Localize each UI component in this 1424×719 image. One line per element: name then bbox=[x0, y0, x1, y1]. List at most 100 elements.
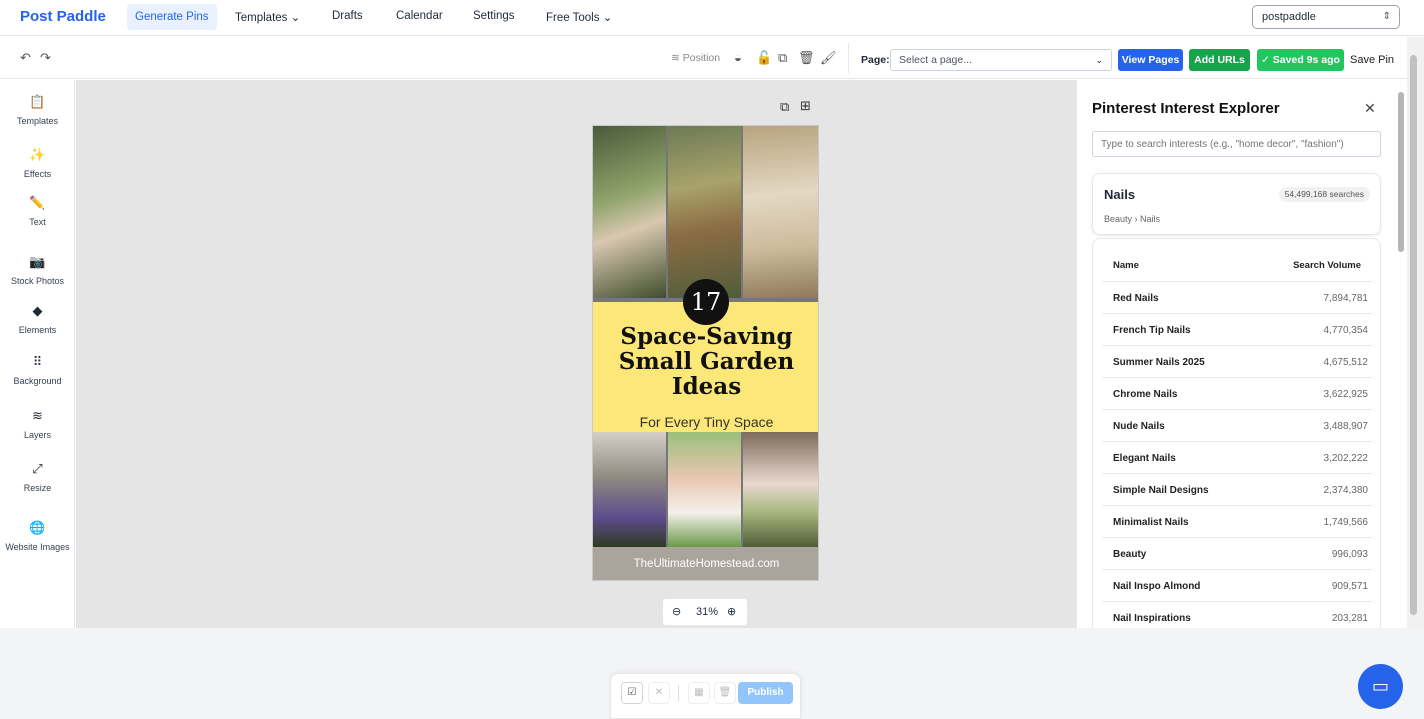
interest-row-volume: 1,749,566 bbox=[1323, 517, 1369, 528]
sidebar-item-resize[interactable]: ⤢ Resize bbox=[0, 461, 75, 493]
zoom-out-icon[interactable]: ⊖ bbox=[672, 599, 681, 625]
photo-shell-chimes bbox=[743, 126, 818, 298]
table-row[interactable]: Nail Inspirations 203,281 bbox=[1102, 601, 1372, 628]
nav-free-tools[interactable]: Free Tools ⌄ bbox=[546, 10, 612, 24]
sidebar-item-effects[interactable]: ✨ Effects bbox=[0, 147, 75, 179]
interest-row-name: Nail Inspo Almond bbox=[1113, 581, 1201, 592]
table-row[interactable]: Summer Nails 2025 4,675,512 bbox=[1102, 345, 1372, 377]
close-icon[interactable]: ✕ bbox=[648, 682, 670, 704]
page-scrollbar[interactable] bbox=[1407, 37, 1424, 628]
close-icon[interactable]: ✕ bbox=[1364, 100, 1376, 117]
account-select[interactable]: postpaddle ⇕ bbox=[1252, 5, 1400, 29]
sidebar-item-templates[interactable]: 📋 Templates bbox=[0, 94, 75, 126]
account-name: postpaddle bbox=[1262, 11, 1316, 23]
save-pin-button[interactable]: Save Pin bbox=[1350, 54, 1394, 66]
table-row[interactable]: Minimalist Nails 1,749,566 bbox=[1102, 505, 1372, 537]
table-row[interactable]: Elegant Nails 3,202,222 bbox=[1102, 441, 1372, 473]
interest-row-volume: 4,675,512 bbox=[1323, 357, 1369, 368]
nav-drafts[interactable]: Drafts bbox=[332, 10, 363, 22]
clipboard-check-icon[interactable]: ☑ bbox=[621, 682, 643, 704]
saved-status-button[interactable]: ✓ Saved 9s ago bbox=[1257, 49, 1344, 71]
page-scroll-thumb[interactable] bbox=[1410, 55, 1417, 615]
sidebar-item-stock-photos[interactable]: 📷 Stock Photos bbox=[0, 254, 75, 286]
table-row[interactable]: French Tip Nails 4,770,354 bbox=[1102, 313, 1372, 345]
column-header-name: Name bbox=[1113, 260, 1139, 271]
sidebar-item-layers[interactable]: ≋ Layers bbox=[0, 408, 75, 440]
resize-icon: ⤢ bbox=[32, 461, 43, 476]
unlock-icon[interactable]: 🔓 bbox=[756, 50, 772, 66]
sidebar-item-label: Effects bbox=[23, 169, 52, 179]
page-select-value: Select a page... bbox=[899, 54, 972, 66]
nav-settings[interactable]: Settings bbox=[473, 10, 515, 22]
page-label: Page: bbox=[861, 54, 890, 66]
pin-title: Space-Saving Small Garden Ideas bbox=[618, 323, 795, 400]
layers-icon: ≋ bbox=[671, 52, 680, 64]
undo-icon[interactable]: ↶ bbox=[20, 50, 31, 66]
panel-scroll-thumb[interactable] bbox=[1398, 92, 1404, 252]
table-row[interactable]: Red Nails 7,894,781 bbox=[1102, 281, 1372, 313]
redo-icon[interactable]: ↷ bbox=[40, 50, 51, 66]
chat-icon[interactable]: ▭ bbox=[1358, 664, 1403, 709]
globe-icon: 🌐 bbox=[29, 520, 46, 535]
chevron-down-icon: ⌄ bbox=[602, 12, 613, 24]
sparkles-icon: ✨ bbox=[29, 147, 46, 162]
paint-format-icon[interactable]: 🖌 bbox=[820, 50, 837, 66]
panel-scrollbar[interactable] bbox=[1396, 80, 1407, 628]
interest-row-name: Beauty bbox=[1113, 549, 1147, 560]
page-select[interactable]: Select a page... ⌄ bbox=[890, 49, 1112, 71]
panel-title: Pinterest Interest Explorer bbox=[1092, 100, 1280, 117]
column-header-volume: Search Volume bbox=[1293, 260, 1361, 271]
updown-icon: ⇕ bbox=[1382, 11, 1391, 22]
duplicate-page-icon[interactable]: ⧉ bbox=[780, 99, 789, 115]
interest-row-volume: 3,488,907 bbox=[1323, 421, 1369, 432]
add-urls-button[interactable]: Add URLs bbox=[1189, 49, 1250, 71]
nav-templates-label: Templates bbox=[235, 12, 288, 24]
publish-button[interactable]: Publish bbox=[738, 682, 793, 704]
interest-name: Nails bbox=[1104, 187, 1136, 202]
photo-succulent-jars bbox=[668, 126, 741, 298]
pin-canvas[interactable]: 17 Space-Saving Small Garden Ideas For E… bbox=[592, 125, 819, 581]
table-row[interactable]: Simple Nail Designs 2,374,380 bbox=[1102, 473, 1372, 505]
interest-row-volume: 203,281 bbox=[1331, 613, 1368, 624]
sidebar-item-elements[interactable]: ◆ Elements bbox=[0, 303, 75, 335]
table-row[interactable]: Beauty 996,093 bbox=[1102, 537, 1372, 569]
position-label: Position bbox=[682, 52, 721, 64]
pin-number-badge: 17 bbox=[683, 279, 729, 325]
sidebar-item-website-images[interactable]: 🌐 Website Images bbox=[0, 520, 75, 552]
fill-icon[interactable]: ◒ bbox=[734, 50, 742, 65]
editor-toolbar: ↶ ↷ ≋ Position ◒ 🔓 ⧉ 🗑 🖌 Page: Select a … bbox=[0, 37, 1407, 79]
toolbar-divider bbox=[848, 43, 849, 73]
trash-icon[interactable]: 🗑 bbox=[798, 50, 815, 66]
photo-birdcage-planter bbox=[593, 126, 666, 298]
nav-free-tools-label: Free Tools bbox=[546, 12, 600, 24]
nav-generate-pins[interactable]: Generate Pins bbox=[127, 4, 217, 30]
layers-icon: ≋ bbox=[32, 408, 43, 423]
chevron-down-icon: ⌄ bbox=[290, 12, 301, 24]
nav-calendar[interactable]: Calendar bbox=[396, 10, 443, 22]
table-row[interactable]: Chrome Nails 3,622,925 bbox=[1102, 377, 1372, 409]
nav-templates[interactable]: Templates ⌄ bbox=[235, 10, 300, 24]
calendar-icon[interactable]: ▦ bbox=[688, 682, 710, 704]
view-pages-button[interactable]: View Pages bbox=[1118, 49, 1183, 71]
add-page-icon[interactable]: ⊞ bbox=[800, 98, 811, 114]
position-button[interactable]: ≋ Position bbox=[671, 52, 720, 64]
interest-row-name: Nude Nails bbox=[1113, 421, 1165, 432]
interest-search-input[interactable] bbox=[1092, 131, 1381, 157]
search-count-badge: 54,499,168 searches bbox=[1278, 187, 1370, 202]
sidebar-item-label: Stock Photos bbox=[10, 276, 65, 286]
interest-row-name: Minimalist Nails bbox=[1113, 517, 1189, 528]
sidebar-item-background[interactable]: ⠿ Background bbox=[0, 354, 75, 386]
trash-icon[interactable]: 🗑 bbox=[714, 682, 736, 704]
zoom-in-icon[interactable]: ⊕ bbox=[727, 599, 736, 625]
sidebar-item-text[interactable]: ✏️ Text bbox=[0, 195, 75, 227]
clipboard-icon: 📋 bbox=[29, 94, 46, 109]
interest-row-volume: 4,770,354 bbox=[1323, 325, 1369, 336]
sidebar-item-label: Resize bbox=[23, 483, 52, 493]
table-row[interactable]: Nail Inspo Almond 909,571 bbox=[1102, 569, 1372, 601]
duplicate-icon[interactable]: ⧉ bbox=[778, 50, 787, 66]
brand-logo[interactable]: Post Paddle bbox=[20, 8, 106, 25]
interest-breadcrumb: Beauty › Nails bbox=[1104, 214, 1161, 224]
interest-row-name: French Tip Nails bbox=[1113, 325, 1191, 336]
table-row[interactable]: Nude Nails 3,488,907 bbox=[1102, 409, 1372, 441]
interest-row-name: Simple Nail Designs bbox=[1113, 485, 1209, 496]
